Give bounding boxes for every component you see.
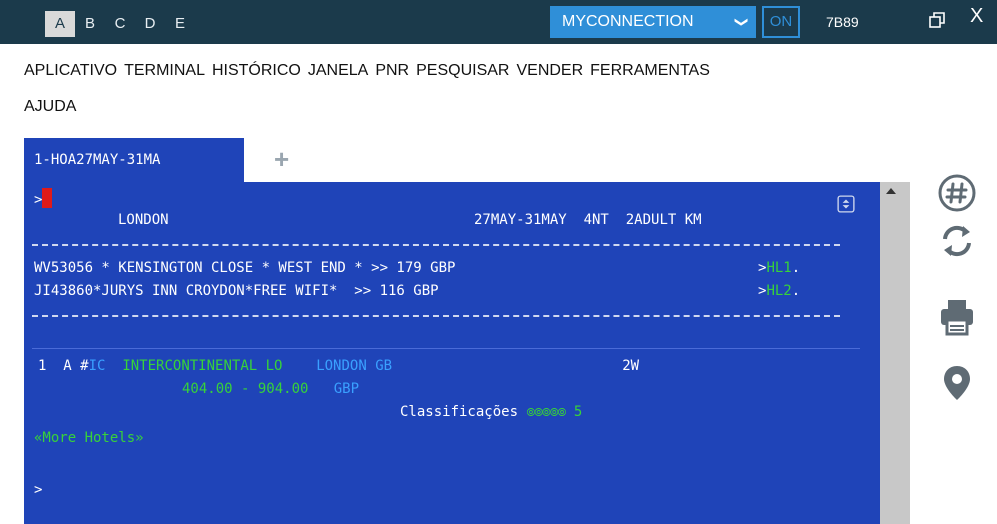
print-icon[interactable] bbox=[936, 296, 978, 338]
search-city: LONDON bbox=[118, 212, 169, 228]
add-tab-button[interactable]: + bbox=[274, 144, 289, 175]
search-unit: KM bbox=[684, 212, 702, 228]
restore-window-icon[interactable] bbox=[929, 12, 945, 28]
result-dot: . bbox=[791, 260, 801, 276]
close-window-button[interactable]: X bbox=[970, 4, 983, 28]
hotel-currency: GBP bbox=[333, 381, 360, 397]
refresh-icon[interactable] bbox=[936, 220, 978, 262]
hotel-location: LONDON GB bbox=[316, 358, 393, 374]
rating-value: 5 bbox=[573, 404, 583, 420]
result-row[interactable]: JI43860*JURYS INN CROYDON*FREE WIFI* >> … bbox=[34, 283, 800, 299]
hotel-rating-line: Classificações ⦾⦾⦾⦾⦾ 5 bbox=[400, 404, 582, 420]
session-tab-b[interactable]: B bbox=[75, 11, 105, 37]
search-header-line: LONDON 27MAY-31MAY 4NT 2ADULT KM bbox=[34, 212, 702, 228]
session-tab-d[interactable]: D bbox=[135, 11, 165, 37]
main-menu: APLICATIVO TERMINAL HISTÓRICO JANELA PNR PESQ… bbox=[24, 60, 944, 115]
chevron-down-icon: ❮ bbox=[732, 16, 748, 28]
menu-ajuda[interactable]: AJUDA bbox=[24, 96, 76, 118]
session-tab-a[interactable]: A bbox=[45, 11, 75, 37]
connection-status-toggle[interactable]: ON bbox=[762, 6, 800, 38]
search-dates: 27MAY-31MAY bbox=[474, 212, 567, 228]
menu-terminal[interactable]: TERMINAL bbox=[124, 60, 205, 82]
hotel-row[interactable]: 1 A #IC INTERCONTINENTAL LO LONDON GB 2W bbox=[38, 358, 639, 374]
menu-aplicativo[interactable]: APLICATIVO bbox=[24, 60, 117, 82]
result-row[interactable]: WV53056 * KENSINGTON CLOSE * WEST END * … bbox=[34, 260, 800, 276]
prompt-symbol: > bbox=[34, 192, 43, 208]
menu-ferramentas[interactable]: FERRAMENTAS bbox=[590, 60, 710, 82]
menu-pnr[interactable]: PNR bbox=[375, 60, 409, 82]
hotel-distance: 2W bbox=[622, 358, 640, 374]
terminal-screen[interactable]: > LONDON 27MAY-31MAY 4NT 2ADULT KM WV5305… bbox=[24, 182, 880, 524]
menu-vender[interactable]: VENDER bbox=[516, 60, 583, 82]
terminal-tab[interactable]: 1-HOA27MAY-31MA bbox=[24, 138, 244, 182]
result-text: WV53056 * KENSINGTON CLOSE * WEST END * … bbox=[34, 260, 456, 276]
menu-pesquisar[interactable]: PESQUISAR bbox=[416, 60, 509, 82]
scroll-toggle-icon[interactable] bbox=[837, 195, 855, 213]
more-hotels-link[interactable]: «More Hotels» bbox=[34, 430, 144, 446]
session-tabs: A B C D E bbox=[45, 11, 195, 37]
result-ref[interactable]: HL2 bbox=[766, 283, 791, 299]
hotel-rate-line: 404.00 - 904.00 GBP bbox=[182, 381, 359, 397]
hotel-chain-code[interactable]: IC bbox=[89, 358, 106, 374]
menu-historico[interactable]: HISTÓRICO bbox=[212, 60, 301, 82]
separator-line bbox=[32, 244, 840, 246]
session-tab-e[interactable]: E bbox=[165, 11, 195, 37]
search-guests: 2ADULT bbox=[625, 212, 677, 228]
separator-line bbox=[32, 315, 840, 317]
hotel-index: 1 bbox=[38, 358, 47, 374]
scroll-track[interactable] bbox=[880, 200, 910, 524]
hash-icon[interactable] bbox=[936, 172, 978, 214]
search-nights: 4NT bbox=[583, 212, 609, 228]
myconnection-label: MYCONNECTION bbox=[562, 13, 694, 30]
hotel-name[interactable]: INTERCONTINENTAL LO bbox=[122, 358, 282, 374]
divider-line bbox=[32, 348, 860, 349]
rating-dots-icon: ⦾⦾⦾⦾⦾ bbox=[526, 406, 566, 419]
office-id: 7B89 bbox=[826, 14, 859, 30]
hotel-rate: 404.00 - 904.00 bbox=[182, 381, 309, 397]
bottom-prompt[interactable]: > bbox=[34, 482, 42, 498]
menu-janela[interactable]: JANELA bbox=[308, 60, 368, 82]
rating-label: Classificações bbox=[400, 404, 519, 420]
top-bar: A B C D E MYCONNECTION ❮ ON 7B89 X bbox=[0, 0, 997, 44]
location-pin-icon[interactable] bbox=[936, 362, 978, 404]
hotel-hash: # bbox=[80, 358, 89, 374]
command-prompt-line[interactable]: > bbox=[34, 188, 53, 208]
text-cursor bbox=[42, 188, 53, 208]
result-ref[interactable]: HL1 bbox=[766, 260, 791, 276]
hotel-type: A bbox=[63, 358, 72, 374]
session-tab-c[interactable]: C bbox=[105, 11, 135, 37]
result-dot: . bbox=[791, 283, 801, 299]
myconnection-dropdown[interactable]: MYCONNECTION ❮ bbox=[550, 6, 756, 38]
scroll-up-arrow-icon[interactable] bbox=[886, 188, 896, 194]
result-text: JI43860*JURYS INN CROYDON*FREE WIFI* >> … bbox=[34, 283, 439, 299]
